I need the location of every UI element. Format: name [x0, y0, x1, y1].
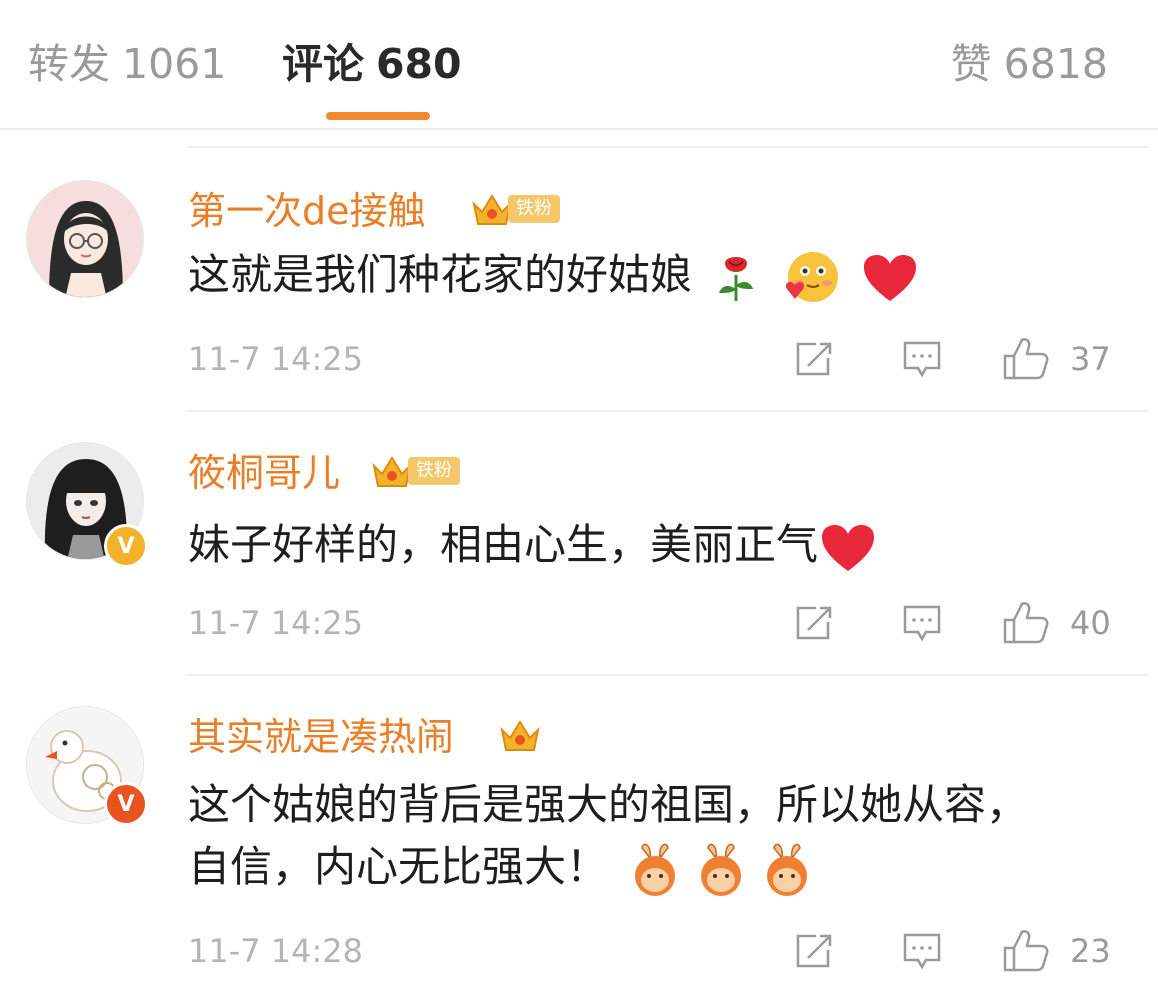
tab-bar: 转发 1061 评论 680 赞 6818: [0, 0, 1158, 128]
comment-meta: 11-7 14:28 23: [0, 926, 1158, 976]
bunny-ears-icon: [635, 843, 676, 896]
fan-badge: [498, 716, 542, 754]
bunny-ears-icon: [701, 843, 742, 896]
comment-text: 这就是我们种花家的好姑娘: [188, 244, 918, 307]
like-count: 23: [1070, 932, 1111, 970]
username[interactable]: 筱桐哥儿: [188, 448, 340, 498]
thumbs-up-icon[interactable]: [1002, 336, 1050, 380]
comment-text: 妹子好样的，相由心生，美丽正气: [188, 514, 876, 576]
tab-likes[interactable]: 赞 6818: [951, 36, 1108, 92]
tab-comments-count: 680: [376, 40, 462, 88]
share-icon[interactable]: [794, 604, 834, 642]
thumbs-up-icon[interactable]: [1002, 928, 1050, 972]
list-top-divider: [186, 146, 1148, 148]
share-icon[interactable]: [794, 340, 834, 378]
comment-icon[interactable]: [902, 604, 942, 642]
comment-time: 11-7 14:25: [188, 340, 364, 378]
iron-fan-label: 铁粉: [408, 457, 460, 485]
comment-meta: 11-7 14:25 40: [0, 598, 1158, 648]
tab-comments[interactable]: 评论 680: [282, 36, 462, 92]
tab-likes-count: 6818: [1003, 40, 1108, 88]
iron-fan-label: 铁粉: [508, 195, 560, 223]
comment-icon[interactable]: [902, 932, 942, 970]
avatar[interactable]: [26, 180, 144, 298]
tab-comments-label: 评论: [282, 40, 364, 88]
username[interactable]: 第一次de接触: [188, 186, 426, 236]
comment-time: 11-7 14:28: [188, 932, 364, 970]
weibo-comments-screen: 转发 1061 评论 680 赞 6818 第一次de接触 铁粉 这就是我们种花…: [0, 0, 1158, 1000]
comment-meta: 11-7 14:25 37: [0, 334, 1158, 384]
tab-repost[interactable]: 转发 1061: [28, 36, 226, 92]
comment-time: 11-7 14:25: [188, 604, 364, 642]
iron-fan-badge: 铁粉: [370, 452, 460, 490]
comment-body: 妹子好样的，相由心生，美丽正气: [188, 520, 819, 569]
red-heart-icon: [864, 254, 917, 301]
verified-badge: V: [104, 782, 148, 826]
tab-divider: [0, 128, 1158, 130]
verified-badge: V: [104, 524, 148, 568]
comment-text: 这个姑娘的背后是强大的祖国，所以她从容，自信，内心无比强大！: [188, 774, 1068, 898]
like-count: 37: [1070, 340, 1111, 378]
comment-item: 第一次de接触 铁粉 这就是我们种花家的好姑娘 11-7 14:25 37: [0, 150, 1158, 412]
comment-body: 这个姑娘的背后是强大的祖国，所以她从容，自信，内心无比强大！: [188, 780, 1029, 891]
tab-repost-count: 1061: [122, 40, 227, 88]
comment-item: V 其实就是凑热闹 这个姑娘的背后是强大的祖国，所以她从容，自信，内心无比强大！: [0, 676, 1158, 1000]
active-tab-indicator: [326, 112, 430, 120]
comment-item: V 筱桐哥儿 铁粉 妹子好样的，相由心生，美丽正气 11-7 14:25 40: [0, 412, 1158, 676]
thumbs-up-icon[interactable]: [1002, 600, 1050, 644]
red-heart-icon: [822, 524, 875, 571]
tab-repost-label: 转发: [28, 40, 110, 88]
bunny-ears-icon: [767, 843, 808, 896]
username[interactable]: 其实就是凑热闹: [188, 712, 454, 762]
blushing-hug-face-icon: [785, 251, 838, 302]
comment-icon[interactable]: [902, 340, 942, 378]
tab-likes-label: 赞: [950, 40, 992, 88]
iron-fan-badge: 铁粉: [470, 190, 560, 228]
rose-icon: [719, 256, 754, 301]
like-count: 40: [1070, 604, 1111, 642]
crown-icon: [500, 720, 540, 751]
share-icon[interactable]: [794, 932, 834, 970]
comment-body: 这就是我们种花家的好姑娘: [188, 250, 693, 299]
